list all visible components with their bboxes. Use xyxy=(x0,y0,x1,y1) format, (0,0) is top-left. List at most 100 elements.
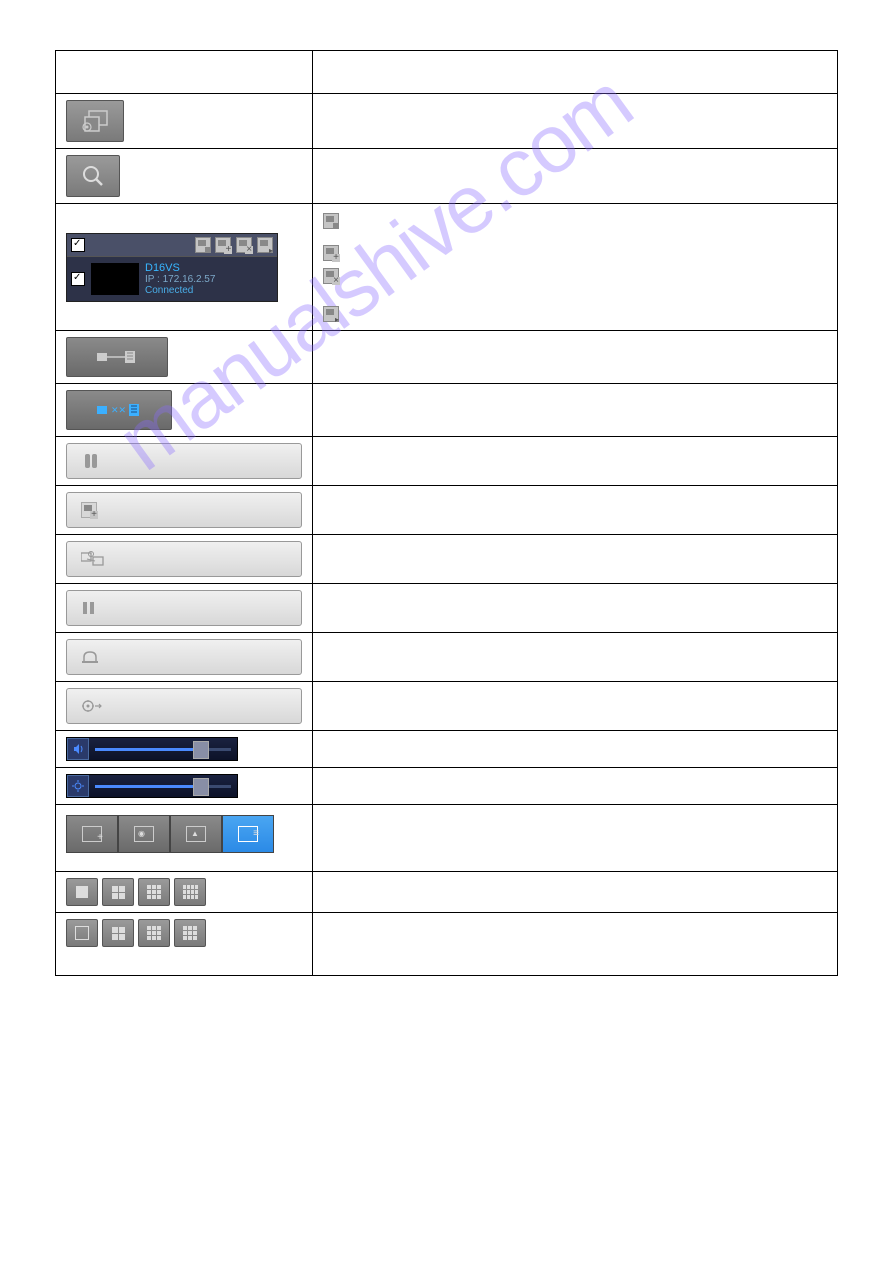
split-buttons xyxy=(66,878,302,906)
grid-4-icon xyxy=(112,927,125,940)
tab-list[interactable] xyxy=(222,815,274,853)
health-icon xyxy=(81,454,101,468)
speaker-icon[interactable] xyxy=(67,738,89,760)
grid-12-icon xyxy=(183,885,198,899)
cell-desc xyxy=(313,437,838,486)
split-9[interactable] xyxy=(138,878,170,906)
split-buttons-alt xyxy=(66,919,302,947)
add-icon xyxy=(81,502,97,518)
cell-desc xyxy=(313,331,838,384)
table-row: D16VS IP : 172.16.2.57 Connected xyxy=(56,204,838,331)
remove-device-icon xyxy=(323,268,339,284)
cell-desc xyxy=(313,94,838,149)
ptz-slider[interactable] xyxy=(66,774,238,798)
remove-device-icon[interactable] xyxy=(236,237,252,253)
cell-desc xyxy=(313,872,838,913)
panel-tabs xyxy=(66,815,302,853)
group-icon xyxy=(81,551,105,567)
svg-text:✕✕: ✕✕ xyxy=(111,405,126,415)
connect-icon xyxy=(97,350,137,364)
cell-desc xyxy=(313,535,838,584)
table-row xyxy=(56,437,838,486)
table-row xyxy=(56,682,838,731)
device-ip: IP : 172.16.2.57 xyxy=(145,274,215,285)
table-row xyxy=(56,913,838,976)
header-right xyxy=(313,51,838,94)
device-row[interactable]: D16VS IP : 172.16.2.57 Connected xyxy=(67,256,277,301)
table-row xyxy=(56,149,838,204)
webpage-setup-icon xyxy=(81,109,109,133)
cell-desc xyxy=(313,204,838,331)
split-1[interactable] xyxy=(66,878,98,906)
tab-user[interactable] xyxy=(118,815,170,853)
table-row xyxy=(56,584,838,633)
cell-desc xyxy=(313,768,838,805)
cell-desc xyxy=(313,584,838,633)
tab-ptz[interactable] xyxy=(66,815,118,853)
table-row xyxy=(56,633,838,682)
table-row xyxy=(56,94,838,149)
cell-desc xyxy=(313,486,838,535)
table-row xyxy=(56,331,838,384)
grid-1-icon xyxy=(76,886,88,898)
search-icon xyxy=(81,164,105,188)
import-icon xyxy=(323,306,339,322)
list-tab-icon xyxy=(238,826,258,842)
cell-desc xyxy=(313,731,838,768)
grid-4-icon xyxy=(112,886,125,899)
split-alt-4[interactable] xyxy=(102,919,134,947)
copy-icon[interactable] xyxy=(195,237,211,253)
popup-tab-icon xyxy=(186,826,206,842)
pause-button[interactable] xyxy=(66,590,302,626)
table-header-row xyxy=(56,51,838,94)
alarm-button[interactable] xyxy=(66,639,302,675)
table-row xyxy=(56,731,838,768)
table-row: ✕✕ xyxy=(56,384,838,437)
search-button[interactable] xyxy=(66,155,120,197)
mic-icon[interactable] xyxy=(67,775,89,797)
copy-icon xyxy=(323,213,339,229)
split-alt-12[interactable] xyxy=(174,919,206,947)
audio-slider[interactable] xyxy=(66,737,238,761)
cell-desc xyxy=(313,805,838,872)
grid-9-icon xyxy=(147,885,161,899)
pause-icon xyxy=(81,601,95,615)
add-button[interactable] xyxy=(66,492,302,528)
device-list[interactable]: D16VS IP : 172.16.2.57 Connected xyxy=(66,233,278,302)
reference-table: D16VS IP : 172.16.2.57 Connected xyxy=(55,50,838,976)
split-alt-9[interactable] xyxy=(138,919,170,947)
table-row xyxy=(56,872,838,913)
slider-handle[interactable] xyxy=(193,778,209,796)
webpage-setup-button[interactable] xyxy=(66,100,124,142)
device-name: D16VS xyxy=(145,262,215,274)
connect-button[interactable] xyxy=(66,337,168,377)
preference-icon xyxy=(81,699,103,713)
preference-button[interactable] xyxy=(66,688,302,724)
table-row xyxy=(56,486,838,535)
split-4[interactable] xyxy=(102,878,134,906)
split-alt-1[interactable] xyxy=(66,919,98,947)
select-all-checkbox[interactable] xyxy=(71,238,85,252)
table-row xyxy=(56,768,838,805)
split-12[interactable] xyxy=(174,878,206,906)
grid-9-icon xyxy=(147,926,161,940)
ptz-tab-icon xyxy=(82,826,102,842)
grid-9b-icon xyxy=(183,926,197,940)
add-device-icon[interactable] xyxy=(215,237,231,253)
alarm-icon xyxy=(81,650,99,664)
disconnect-button[interactable]: ✕✕ xyxy=(66,390,172,430)
grid-outline-icon xyxy=(75,926,89,940)
health-button[interactable] xyxy=(66,443,302,479)
disconnect-icon: ✕✕ xyxy=(97,403,141,417)
table-row xyxy=(56,805,838,872)
device-status: Connected xyxy=(145,285,215,296)
group-button[interactable] xyxy=(66,541,302,577)
device-thumbnail xyxy=(91,263,139,295)
cell-desc xyxy=(313,384,838,437)
device-checkbox[interactable] xyxy=(71,272,85,286)
device-list-header xyxy=(67,234,277,256)
import-icon[interactable] xyxy=(257,237,273,253)
tab-popup[interactable] xyxy=(170,815,222,853)
table-row xyxy=(56,535,838,584)
slider-handle[interactable] xyxy=(193,741,209,759)
